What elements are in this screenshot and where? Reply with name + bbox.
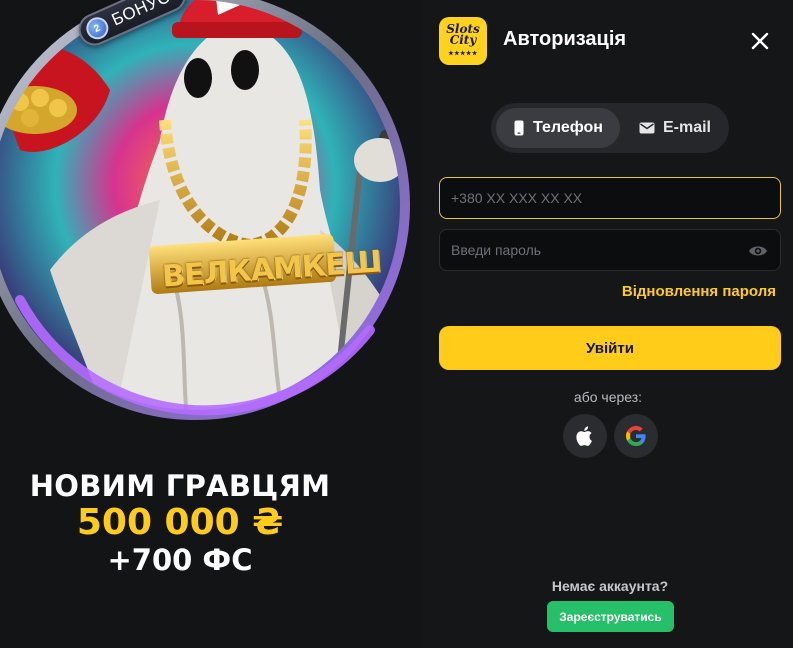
close-icon xyxy=(751,32,769,50)
page-title: Авторизація xyxy=(503,28,627,50)
login-button[interactable]: Увійти xyxy=(439,326,781,370)
promo-panel: 2 БОНУС ВЕЛКАМКЕШ НОВИМ ГРАВЦЯМ 500 000 … xyxy=(0,0,423,648)
register-button[interactable]: Зареєструватись xyxy=(547,601,674,632)
tab-phone[interactable]: Телефон xyxy=(496,108,620,148)
promo-amount: 500 000 ₴ xyxy=(76,502,284,543)
password-input[interactable] xyxy=(440,230,780,270)
tab-phone-label: Телефон xyxy=(533,119,603,136)
auth-panel: Slots City ★★★★★ Авторизація Телефон E-m… xyxy=(423,0,793,648)
bonus-coin-icon: 2 xyxy=(82,13,112,43)
tab-email-label: E-mail xyxy=(662,119,711,136)
close-button[interactable] xyxy=(747,28,773,54)
apple-icon xyxy=(576,426,592,446)
eye-icon[interactable] xyxy=(748,241,768,261)
logo-line2: City xyxy=(449,32,477,47)
logo-stars: ★★★★★ xyxy=(448,49,478,57)
google-login-button[interactable] xyxy=(614,414,658,458)
forgot-password-link[interactable]: Відновлення пароля xyxy=(622,283,776,300)
promo-illustration xyxy=(0,0,423,440)
login-method-tabs: Телефон E-mail xyxy=(491,103,729,153)
promo-freespins: +700 ФС xyxy=(107,543,253,577)
password-field-wrapper xyxy=(439,229,781,271)
mail-icon xyxy=(639,122,655,134)
phone-input[interactable] xyxy=(440,178,780,218)
apple-login-button[interactable] xyxy=(563,414,607,458)
google-icon xyxy=(626,426,646,446)
tab-email[interactable]: E-mail xyxy=(625,108,725,148)
slots-city-logo: Slots City ★★★★★ xyxy=(439,17,487,65)
promo-offer: НОВИМ ГРАВЦЯМ 500 000 ₴ +700 ФС xyxy=(0,468,360,578)
no-account-label: Немає аккаунта? xyxy=(551,578,669,594)
promo-headline: НОВИМ ГРАВЦЯМ xyxy=(29,469,331,503)
phone-field-wrapper xyxy=(439,177,781,219)
social-login-label: або через: xyxy=(573,389,643,405)
phone-icon xyxy=(514,120,524,136)
